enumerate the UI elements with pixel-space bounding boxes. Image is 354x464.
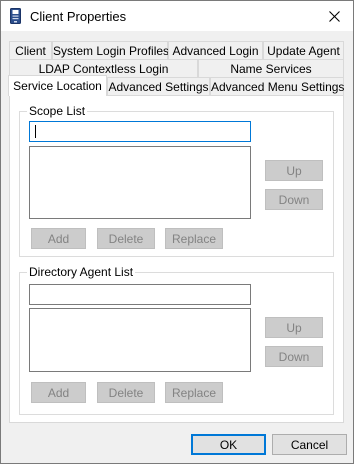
button-label: Up [286, 320, 302, 335]
scope-input[interactable] [29, 121, 251, 142]
service-location-panel: Scope List Up Down Add Delete Replace Di… [9, 95, 344, 423]
scope-list-label: Scope List [27, 104, 88, 118]
directory-delete-button[interactable]: Delete [97, 382, 155, 403]
button-label: Up [286, 163, 302, 178]
tab-label: Advanced Settings [108, 80, 209, 94]
client-properties-dialog: Client Properties Client System Login Pr… [0, 0, 354, 464]
close-icon [328, 10, 340, 22]
tab-label: Advanced Menu Settings [211, 80, 345, 94]
scope-replace-button[interactable]: Replace [165, 228, 223, 249]
ok-button[interactable]: OK [191, 434, 266, 455]
title-bar: Client Properties [1, 1, 353, 31]
button-label: Delete [108, 385, 144, 400]
directory-agent-list-label: Directory Agent List [27, 265, 136, 279]
tab-service-location[interactable]: Service Location [8, 75, 107, 96]
scope-add-button[interactable]: Add [31, 228, 86, 249]
directory-add-button[interactable]: Add [31, 382, 86, 403]
directory-agent-listbox[interactable] [29, 308, 251, 372]
directory-up-button[interactable]: Up [265, 317, 323, 338]
scope-down-button[interactable]: Down [265, 189, 323, 210]
button-label: Add [47, 231, 70, 246]
tab-advanced-settings[interactable]: Advanced Settings [107, 77, 210, 96]
tab-system-login-profiles[interactable]: System Login Profiles [52, 41, 170, 60]
tab-label: LDAP Contextless Login [38, 62, 169, 76]
button-label: Down [278, 192, 310, 207]
tab-client[interactable]: Client [9, 41, 52, 60]
app-icon [10, 8, 21, 24]
close-button[interactable] [315, 1, 353, 31]
button-label: Add [47, 385, 70, 400]
button-label: Delete [108, 231, 144, 246]
tab-name-services[interactable]: Name Services [198, 59, 344, 78]
tab-label: Client [15, 44, 46, 58]
directory-agent-input[interactable] [29, 284, 251, 305]
cancel-button[interactable]: Cancel [272, 434, 347, 455]
tab-label: Advanced Login [172, 44, 259, 58]
text-caret [35, 125, 36, 138]
directory-down-button[interactable]: Down [265, 346, 323, 367]
tab-label: Service Location [13, 79, 102, 93]
tab-label: Update Agent [267, 44, 340, 58]
tab-label: Name Services [230, 62, 312, 76]
button-label: Cancel [290, 437, 329, 452]
tab-update-agent[interactable]: Update Agent [263, 41, 344, 60]
scope-up-button[interactable]: Up [265, 160, 323, 181]
tab-advanced-menu-settings[interactable]: Advanced Menu Settings [210, 77, 344, 96]
directory-replace-button[interactable]: Replace [165, 382, 223, 403]
button-label: Down [278, 349, 310, 364]
button-label: Replace [171, 385, 217, 400]
tab-label: System Login Profiles [53, 44, 170, 58]
scope-delete-button[interactable]: Delete [97, 228, 155, 249]
window-title: Client Properties [30, 9, 127, 24]
scope-listbox[interactable] [29, 146, 251, 219]
tab-advanced-login[interactable]: Advanced Login [168, 41, 263, 60]
button-label: Replace [171, 231, 217, 246]
button-label: OK [219, 437, 238, 452]
